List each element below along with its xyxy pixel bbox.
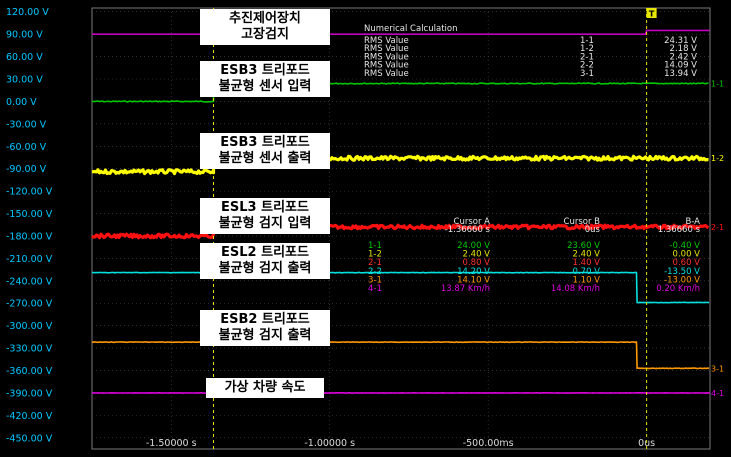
- annotation-line: 고장검지: [241, 27, 289, 42]
- x-tick-label: -1.00000 s: [304, 438, 355, 449]
- channel-end-label: 4-1: [711, 389, 724, 398]
- annotation-line: 불균형 센서 출력: [218, 151, 312, 166]
- y-axis: 120.00 V 90.00 V 60.00 V 30.00 V 0.00 V -30.0…: [6, 7, 53, 444]
- annotation-virtual-speed: 가상 차량 속도: [206, 378, 324, 398]
- y-tick-label: -390.00 V: [6, 388, 53, 399]
- trigger-marker[interactable]: T: [646, 8, 657, 19]
- y-tick-label: -300.00 V: [6, 321, 53, 332]
- annotation-line: 불균형 검지 입력: [218, 216, 312, 231]
- y-tick-label: 90.00 V: [6, 30, 43, 41]
- annotation-esl2-detect-output: ESL2 트리포드 불균형 검지 출력: [200, 243, 330, 279]
- calc-title: Numerical Calculation: [364, 24, 457, 34]
- y-tick-label: -120.00 V: [6, 187, 53, 198]
- annotation-line: ESB2 트리포드: [220, 312, 310, 327]
- oscilloscope-plot: 120.00 V 90.00 V 60.00 V 30.00 V 0.00 V -30.0…: [6, 7, 724, 450]
- channel-end-label: 1-1: [711, 79, 724, 88]
- y-tick-label: -420.00 V: [6, 411, 53, 422]
- x-tick-label: -1.50000 s: [146, 438, 197, 449]
- y-tick-label: 120.00 V: [6, 7, 49, 18]
- cursor-time: 0us: [585, 225, 601, 235]
- y-tick-label: 0.00 V: [6, 97, 37, 108]
- channel-end-label: 1-2: [711, 154, 724, 163]
- y-tick-label: -30.00 V: [6, 119, 47, 130]
- y-tick-label: 30.00 V: [6, 75, 43, 86]
- y-tick-label: -210.00 V: [6, 254, 53, 265]
- trigger-marker-label: T: [649, 10, 655, 19]
- annotation-line: 불균형 센서 입력: [218, 79, 312, 94]
- annotation-line: ESL2 트리포드: [221, 245, 309, 260]
- annotation-line: ESL3 트리포드: [221, 200, 309, 215]
- annotation-esl3-detect-input: ESL3 트리포드 불균형 검지 입력: [200, 198, 330, 234]
- annotation-line: 가상 차량 속도: [224, 380, 306, 395]
- annotation-line: 추진제어장치: [229, 11, 301, 26]
- cursor-row-channel: 4-1: [368, 284, 382, 294]
- annotation-esb2-detect-output: ESB2 트리포드 불균형 검지 출력: [200, 310, 330, 346]
- cursor-row-a: 13.87 Km/h: [441, 284, 490, 294]
- y-tick-label: -450.00 V: [6, 433, 53, 444]
- channel-end-label: 3-1: [711, 364, 724, 373]
- annotation-line: ESB3 트리포드: [220, 63, 310, 78]
- annotation-esb3-sensor-output: ESB3 트리포드 불균형 센서 출력: [200, 133, 330, 169]
- cursor-time: 1.36660 s: [658, 225, 701, 235]
- y-tick-label: -330.00 V: [6, 344, 53, 355]
- y-tick-label: -240.00 V: [6, 276, 53, 287]
- calc-row-value: 13.94 V: [664, 69, 697, 79]
- y-tick-label: -90.00 V: [6, 164, 47, 175]
- calc-row-channel: 3-1: [580, 69, 594, 79]
- annotation-line: ESB3 트리포드: [220, 135, 310, 150]
- annotation-esb3-sensor-input: ESB3 트리포드 불균형 센서 입력: [200, 61, 330, 97]
- cursor-row-b: 14.08 Km/h: [551, 284, 600, 294]
- annotation-line: 불균형 검지 출력: [218, 328, 312, 343]
- calc-row-label: RMS Value: [364, 69, 409, 79]
- y-tick-label: -60.00 V: [6, 142, 47, 153]
- x-tick-label: -500.00ms: [463, 438, 514, 449]
- y-tick-label: -270.00 V: [6, 299, 53, 310]
- y-tick-label: -180.00 V: [6, 231, 53, 242]
- channel-labels: 1-1 1-2 2-1 3-1 4-1: [711, 79, 724, 397]
- cursor-row-delta: 0.20 Km/h: [656, 284, 700, 294]
- cursor-time: -1.36660 s: [445, 225, 491, 235]
- annotation-fault-detect: 추진제어장치 고장검지: [200, 9, 330, 45]
- y-tick-label: -360.00 V: [6, 366, 53, 377]
- channel-end-label: 2-1: [711, 223, 724, 232]
- y-tick-label: -150.00 V: [6, 209, 53, 220]
- annotation-line: 불균형 검지 출력: [218, 261, 312, 276]
- y-tick-label: 60.00 V: [6, 52, 43, 63]
